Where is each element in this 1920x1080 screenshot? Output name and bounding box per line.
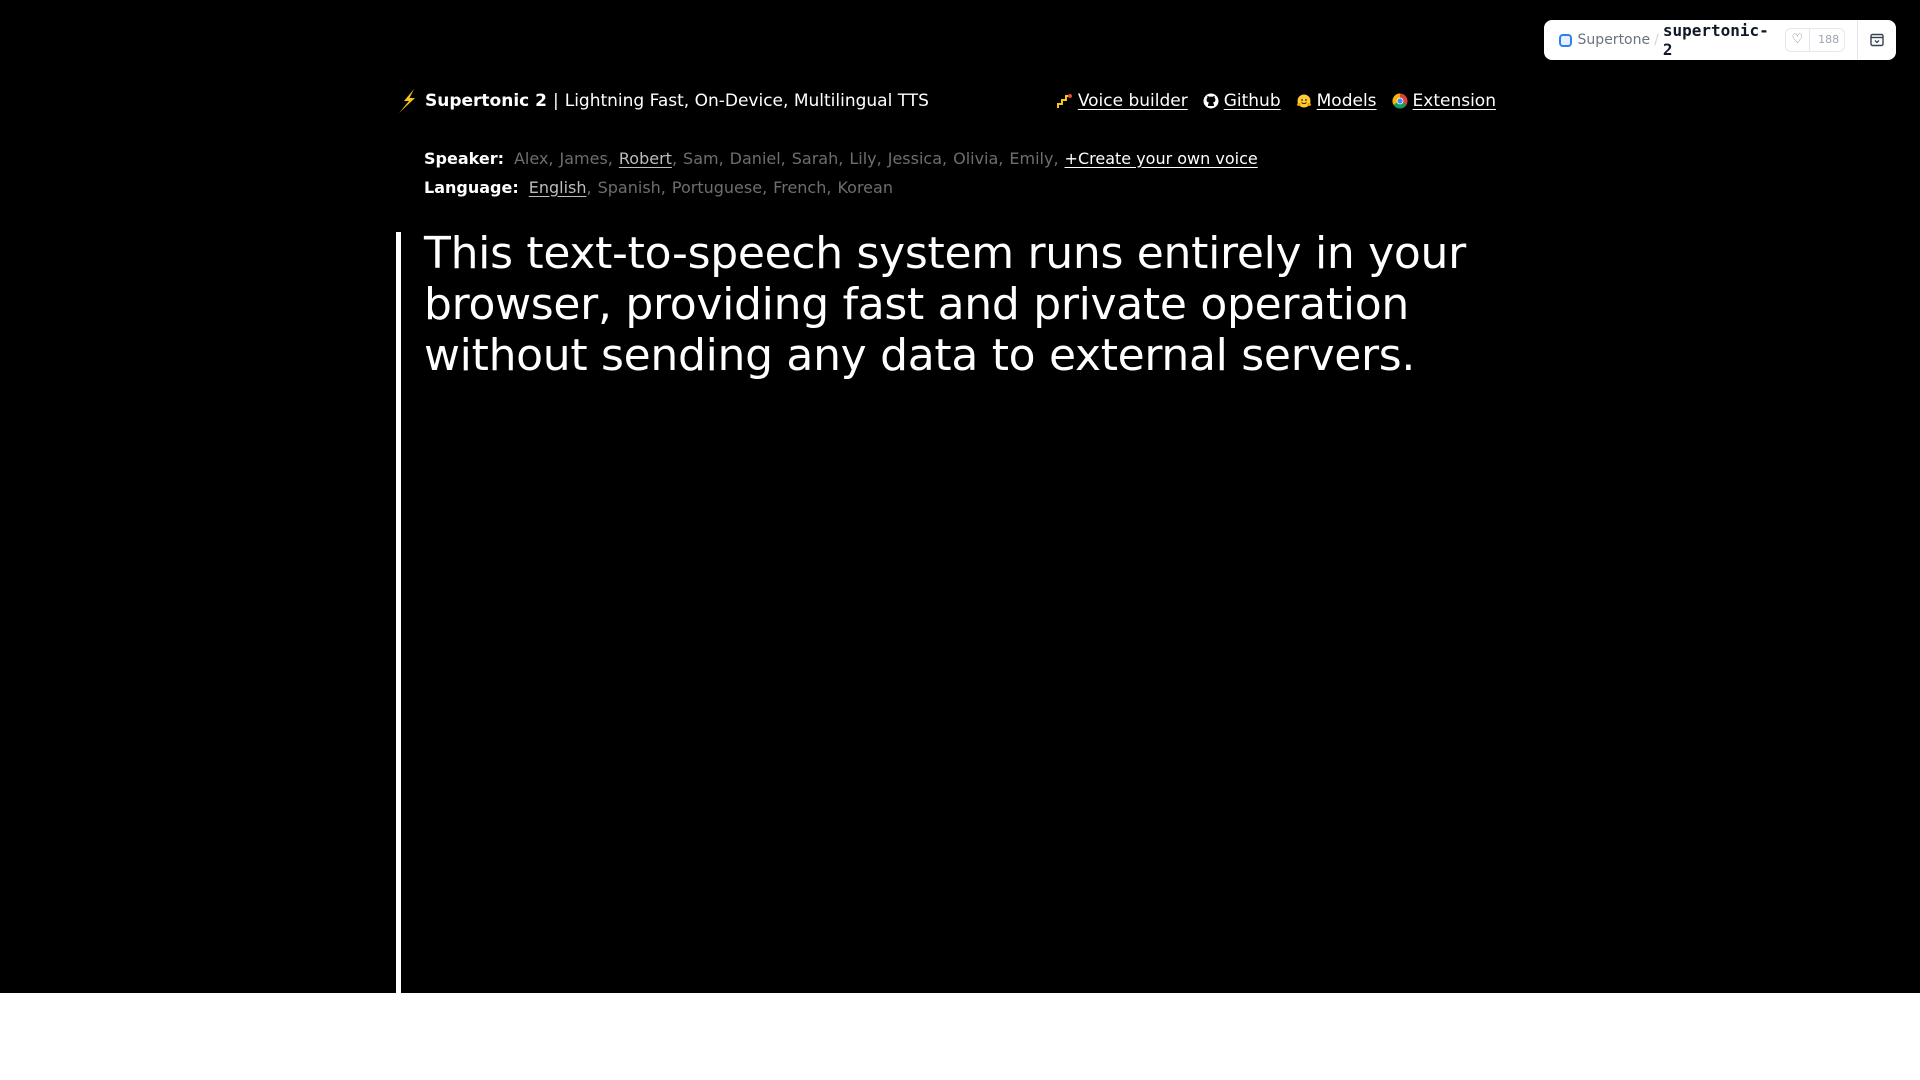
language-label: Language: [424, 177, 519, 197]
speaker-option-alex[interactable]: Alex [514, 149, 548, 168]
heart-icon: ♡ [1786, 29, 1811, 51]
chrome-icon [1392, 93, 1408, 109]
nav-voice-builder[interactable]: Voice builder [1056, 91, 1188, 111]
separator: , [826, 177, 832, 197]
language-option-french[interactable]: French [773, 178, 826, 197]
speaker-option-olivia[interactable]: Olivia [953, 149, 998, 168]
brand-divider: | [553, 91, 559, 111]
space-org[interactable]: Supertone [1578, 32, 1651, 48]
stairs-icon [1056, 93, 1073, 109]
header-nav: Voice builder Github Models Extension [1056, 91, 1496, 111]
space-repo-link[interactable]: Supertone / supertonic-2 ♡ 188 [1544, 21, 1845, 59]
nav-extension[interactable]: Extension [1392, 91, 1496, 111]
supertone-logo-icon [1559, 33, 1572, 47]
speaker-option-robert[interactable]: Robert [619, 149, 672, 168]
nav-label: Github [1223, 91, 1281, 111]
nav-label: Models [1316, 91, 1377, 111]
tts-text-input[interactable]: This text-to-speech system runs entirely… [424, 228, 1524, 381]
path-separator: / [1654, 32, 1659, 48]
separator: , [780, 148, 786, 168]
create-voice-link[interactable]: +Create your own voice [1065, 149, 1258, 168]
brand-tagline: Lightning Fast, On-Device, Multilingual … [564, 91, 929, 111]
separator: , [660, 177, 666, 197]
speaker-option-sarah[interactable]: Sarah [792, 149, 838, 168]
speaker-option-jessica[interactable]: Jessica [888, 149, 942, 168]
separator: , [718, 148, 724, 168]
space-menu-button[interactable] [1858, 20, 1896, 60]
window-icon [1870, 33, 1884, 47]
lightning-bolt-icon [399, 89, 415, 113]
language-row: Language: English, Spanish, Portuguese, … [424, 176, 1258, 198]
separator: , [607, 148, 613, 168]
speaker-row: Speaker: Alex, James, Robert, Sam, Danie… [424, 147, 1258, 169]
settings-rows: Speaker: Alex, James, Robert, Sam, Danie… [424, 147, 1258, 205]
site-header: Supertonic 2 | Lightning Fast, On-Device… [396, 88, 1496, 114]
separator: , [762, 177, 768, 197]
separator: , [876, 148, 882, 168]
brand-name: Supertonic 2 [425, 91, 547, 111]
brand: Supertonic 2 | Lightning Fast, On-Device… [396, 88, 929, 114]
language-option-korean[interactable]: Korean [837, 178, 893, 197]
nav-label: Extension [1412, 91, 1496, 111]
language-option-english[interactable]: English [529, 178, 587, 197]
speaker-option-sam[interactable]: Sam [683, 149, 719, 168]
nav-models[interactable]: Models [1296, 91, 1377, 111]
like-button[interactable]: ♡ 188 [1784, 28, 1845, 52]
separator: , [548, 148, 554, 168]
language-option-spanish[interactable]: Spanish [598, 178, 661, 197]
nav-github[interactable]: Github [1203, 91, 1281, 111]
like-count: 188 [1818, 33, 1840, 46]
separator: , [1053, 148, 1059, 168]
language-option-portuguese[interactable]: Portuguese [672, 178, 762, 197]
nav-label: Voice builder [1077, 91, 1188, 111]
hugging-face-icon [1296, 93, 1312, 109]
speaker-option-lily[interactable]: Lily [849, 149, 876, 168]
app-root: Supertone / supertonic-2 ♡ 188 Supertoni… [0, 0, 1920, 993]
separator: , [671, 148, 678, 168]
github-icon [1203, 93, 1219, 109]
speaker-option-daniel[interactable]: Daniel [730, 149, 781, 168]
separator: , [998, 148, 1004, 168]
separator: , [838, 148, 844, 168]
space-repo-name[interactable]: supertonic-2 [1663, 21, 1773, 59]
speaker-option-emily[interactable]: Emily [1009, 149, 1053, 168]
speaker-option-james[interactable]: James [560, 149, 608, 168]
space-badge: Supertone / supertonic-2 ♡ 188 [1544, 20, 1896, 60]
speaker-label: Speaker: [424, 148, 504, 168]
separator: , [942, 148, 948, 168]
separator: , [586, 177, 592, 197]
editor-accent-bar [396, 232, 401, 993]
